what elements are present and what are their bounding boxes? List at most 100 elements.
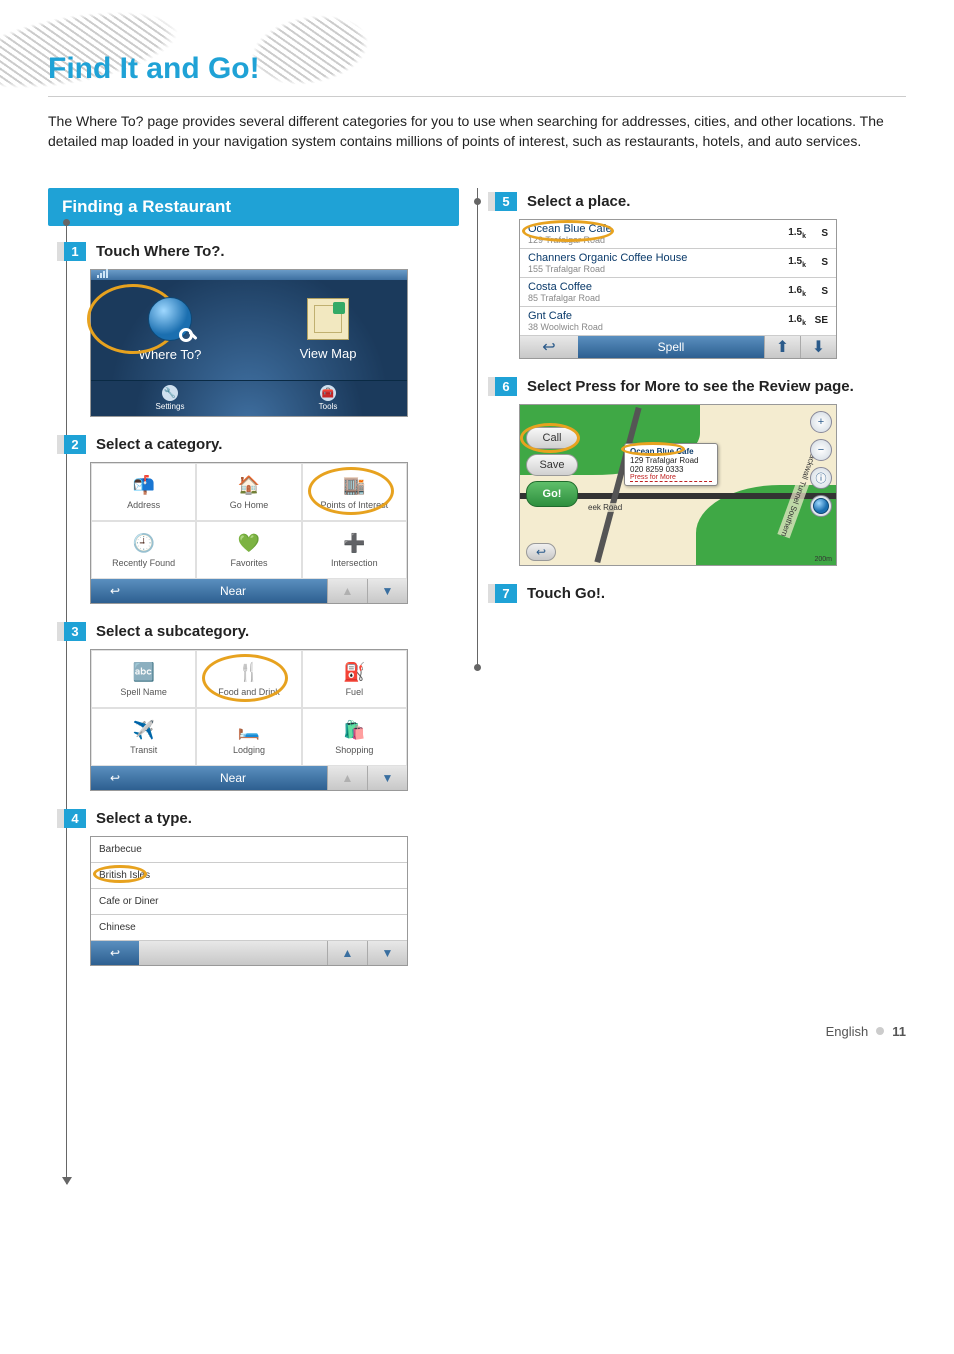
where-to-button[interactable]: Where To? [91, 280, 249, 380]
back-arrow-icon: ↩ [536, 545, 546, 559]
result-distance: 1.5k [772, 227, 806, 240]
favorites-icon: 💚 [237, 532, 261, 556]
step-5: 5 Select a place. [495, 192, 906, 211]
result-item[interactable]: Costa Coffee85 Trafalgar Road 1.6k S [520, 278, 836, 307]
save-button[interactable]: Save [526, 454, 578, 476]
place-callout[interactable]: Ocean Blue Cafe 129 Trafalgar Road 020 8… [624, 443, 718, 486]
subcat-shopping[interactable]: 🛍️Shopping [302, 708, 407, 766]
subcat-food[interactable]: 🍴Food and Drink [196, 650, 301, 708]
subcat-spell-name[interactable]: 🔤 Spell Name [91, 650, 196, 708]
subsection-title: Finding a Restaurant [48, 188, 459, 226]
result-direction: SE [806, 315, 828, 326]
result-direction: S [806, 228, 828, 239]
globe-button[interactable] [810, 495, 832, 517]
screenshot-results: Ocean Blue Cafe129 Trafalgar Road 1.5k S… [519, 219, 837, 359]
result-direction: S [806, 286, 828, 297]
subcat-transit[interactable]: ✈️Transit [91, 708, 196, 766]
arrow-down-icon: ▼ [382, 771, 394, 785]
map-scale: 200m [814, 556, 832, 563]
result-name: Gnt Cafe [528, 310, 772, 322]
subcat-label: Spell Name [120, 687, 167, 697]
spell-button[interactable]: Spell [578, 336, 764, 358]
type-item[interactable]: Cafe or Diner [91, 889, 407, 915]
scroll-down-button[interactable]: ▼ [367, 941, 407, 965]
screenshot-main-menu: Where To? View Map 🔧Settings 🧰Tools [90, 269, 408, 417]
subcat-lodging[interactable]: 🛏️Lodging [196, 708, 301, 766]
info-button[interactable]: ⓘ [810, 467, 832, 489]
category-recent[interactable]: 🕘Recently Found [91, 521, 196, 579]
fork-knife-icon: 🍴 [237, 661, 261, 685]
arrow-up-icon: ▲ [342, 946, 354, 960]
map-back-button[interactable]: ↩ [526, 543, 556, 561]
abc-icon: 🔤 [132, 661, 156, 685]
footer-bullet-icon [876, 1027, 884, 1035]
step-number: 4 [64, 809, 86, 828]
category-label: Address [127, 500, 160, 510]
scroll-down-button[interactable]: ▼ [367, 579, 407, 603]
call-button[interactable]: Call [526, 427, 578, 449]
footer-language: English [826, 1024, 869, 1039]
subcat-fuel[interactable]: ⛽Fuel [302, 650, 407, 708]
scroll-up-button[interactable]: ▲ [327, 766, 367, 790]
result-name: Costa Coffee [528, 281, 772, 293]
result-distance: 1.6k [772, 314, 806, 327]
toolbox-icon: 🧰 [320, 385, 336, 401]
screenshot-types: Barbecue British Isles Cafe or Diner Chi… [90, 836, 408, 966]
press-for-more-link[interactable]: Press for More [630, 474, 712, 482]
back-button[interactable]: ↩ [91, 579, 139, 603]
type-item[interactable]: Chinese [91, 915, 407, 941]
subcat-label: Shopping [335, 745, 373, 755]
category-address[interactable]: 📬Address [91, 463, 196, 521]
result-item[interactable]: Gnt Cafe38 Woolwich Road 1.6k SE [520, 307, 836, 336]
result-item[interactable]: Channers Organic Coffee House155 Trafalg… [520, 249, 836, 278]
category-poi[interactable]: 🏬Points of Interest [302, 463, 407, 521]
type-item[interactable]: Barbecue [91, 837, 407, 863]
back-button[interactable]: ↩ [520, 336, 578, 358]
back-button[interactable]: ↩ [91, 941, 139, 965]
globe-icon [813, 498, 829, 514]
result-item[interactable]: Ocean Blue Cafe129 Trafalgar Road 1.5k S [520, 220, 836, 249]
scroll-up-button[interactable]: ▲ [327, 941, 367, 965]
back-arrow-icon: ↩ [110, 771, 120, 785]
near-button[interactable]: Near [139, 766, 327, 790]
scroll-down-button[interactable]: ⬇ [800, 336, 836, 358]
result-distance: 1.5k [772, 256, 806, 269]
bed-icon: 🛏️ [237, 719, 261, 743]
signal-icon [97, 269, 109, 280]
category-go-home[interactable]: 🏠Go Home [196, 463, 301, 521]
scroll-up-button[interactable]: ▲ [327, 579, 367, 603]
callout-phone: 020 8259 0333 [630, 465, 712, 474]
subcat-label: Fuel [346, 687, 364, 697]
scroll-down-button[interactable]: ▼ [367, 766, 407, 790]
scroll-up-button[interactable]: ⬆ [764, 336, 800, 358]
settings-button[interactable]: 🔧Settings [91, 381, 249, 416]
zoom-out-button[interactable]: − [810, 439, 832, 461]
category-intersection[interactable]: ➕ Intersection [302, 521, 407, 579]
tools-button[interactable]: 🧰Tools [249, 381, 407, 416]
step-number: 7 [495, 584, 517, 603]
result-address: 129 Trafalgar Road [528, 235, 772, 245]
tools-label: Tools [319, 402, 338, 411]
type-item[interactable]: British Isles [91, 863, 407, 889]
category-favorites[interactable]: 💚Favorites [196, 521, 301, 579]
step-6: 6 Select Press for More to see the Revie… [495, 377, 906, 396]
near-button[interactable]: Near [139, 579, 327, 603]
step-text: Select a category. [96, 436, 222, 453]
arrow-up-icon: ⬆ [776, 337, 789, 357]
result-address: 155 Trafalgar Road [528, 264, 772, 274]
step-number: 6 [495, 377, 517, 396]
step-number: 1 [64, 242, 86, 261]
step-number: 5 [495, 192, 517, 211]
intro-paragraph: The Where To? page provides several diff… [48, 111, 906, 152]
step-text: Touch Where To?. [96, 243, 225, 260]
step-3: 3 Select a subcategory. [64, 622, 459, 641]
category-label: Intersection [331, 558, 378, 568]
go-button[interactable]: Go! [526, 481, 578, 507]
intersection-icon: ➕ [342, 532, 366, 556]
category-label: Points of Interest [321, 500, 389, 510]
house-icon: 🏠 [237, 474, 261, 498]
back-button[interactable]: ↩ [91, 766, 139, 790]
step-number: 2 [64, 435, 86, 454]
view-map-button[interactable]: View Map [249, 280, 407, 380]
zoom-in-button[interactable]: + [810, 411, 832, 433]
